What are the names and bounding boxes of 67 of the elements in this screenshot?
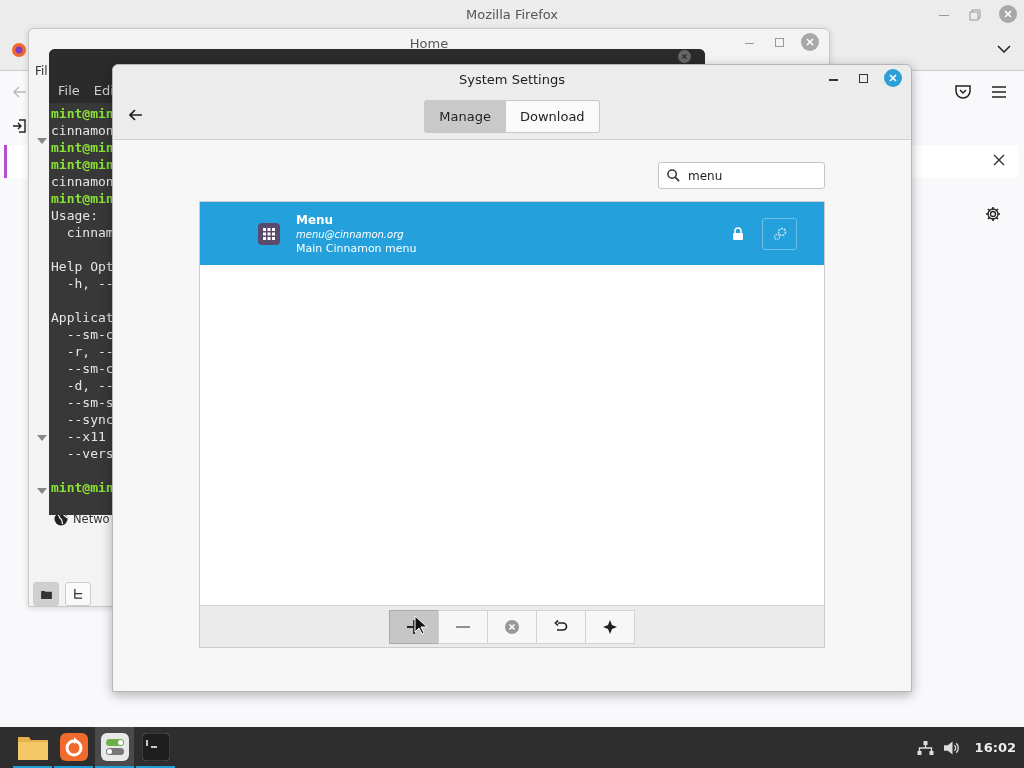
sign-in-icon[interactable] — [12, 119, 26, 133]
search-icon — [667, 169, 680, 182]
close-icon[interactable] — [993, 154, 1005, 166]
terminal-line: cinnamon — [51, 174, 114, 189]
terminal-line: cinnamon — [51, 123, 114, 138]
window-title: System Settings — [459, 71, 565, 87]
tree-icon — [72, 588, 84, 600]
terminal-line: cinnam — [65, 225, 114, 240]
sidebar-item[interactable]: Netwo — [73, 512, 110, 526]
settings-icon[interactable] — [985, 206, 1001, 222]
terminal-prompt: mint@min — [51, 157, 114, 172]
terminal-line: Usage: — [51, 208, 98, 223]
search-field[interactable]: menu — [658, 162, 825, 189]
window-title: Home — [409, 35, 449, 51]
clock[interactable]: 16:02 — [974, 740, 1016, 755]
tree-view-button[interactable] — [65, 582, 91, 606]
settings-launcher[interactable] — [95, 727, 134, 768]
terminal-line: -h, -- — [65, 276, 114, 291]
browser-logo-icon — [12, 43, 26, 57]
grid-icon — [258, 222, 280, 245]
mouse-pointer-icon — [414, 615, 428, 635]
menu-icon[interactable] — [992, 86, 1006, 98]
expander-icon[interactable] — [37, 435, 47, 441]
maximize-button[interactable] — [859, 74, 868, 83]
minus-icon — [455, 625, 470, 628]
browser-icon — [59, 732, 88, 761]
undo-icon — [553, 619, 568, 634]
terminal-icon — [141, 732, 170, 761]
pocket-icon[interactable] — [955, 85, 971, 99]
terminal-prompt: mint@min — [51, 140, 114, 155]
more-button[interactable] — [584, 609, 635, 644]
icon-view-button[interactable] — [33, 582, 59, 606]
terminal-line: --sm-c — [65, 361, 114, 376]
applet-description: Main Cinnamon menu — [296, 241, 418, 255]
toggle-switches-icon — [100, 732, 129, 761]
terminal-prompt: mint@min — [51, 106, 114, 121]
close-button[interactable] — [884, 69, 902, 87]
terminal-line: --sync — [65, 412, 114, 427]
chevron-down-icon[interactable] — [997, 45, 1011, 53]
clear-icon — [504, 619, 519, 634]
tab[interactable]: Download — [506, 99, 600, 133]
tab[interactable]: Manage — [424, 99, 506, 133]
terminal-line: Applicat — [51, 310, 114, 325]
applet-name: Menu — [296, 212, 335, 227]
add-button[interactable] — [388, 609, 439, 644]
folder-icon — [40, 589, 52, 599]
terminal-line: --vers — [65, 446, 114, 461]
terminal-line: -r, -- — [65, 344, 114, 359]
menu-item[interactable]: File — [58, 83, 80, 99]
back-arrow-icon[interactable] — [129, 109, 143, 121]
terminal-line: --sm-c — [65, 327, 114, 342]
menu-item[interactable]: Fil — [35, 64, 48, 78]
network-icon[interactable] — [916, 740, 934, 755]
window-title: Mozilla Firefox — [466, 6, 558, 22]
terminal-prompt: mint@min — [51, 480, 114, 495]
star-icon — [602, 619, 617, 634]
undo-button[interactable] — [535, 609, 586, 644]
lock-icon — [732, 227, 744, 240]
terminal-line: --sm-s — [65, 395, 114, 410]
applet-uuid: menu@cinnamon.org — [296, 228, 405, 240]
volume-icon[interactable] — [943, 740, 961, 755]
terminal-prompt: mint@min — [51, 191, 114, 206]
expander-icon[interactable] — [37, 488, 47, 494]
terminal-line: --x11 — [65, 429, 106, 444]
terminal-line: -d, -- — [65, 378, 114, 393]
terminal-line: Help Opt — [51, 259, 114, 274]
close-button[interactable] — [678, 50, 691, 63]
